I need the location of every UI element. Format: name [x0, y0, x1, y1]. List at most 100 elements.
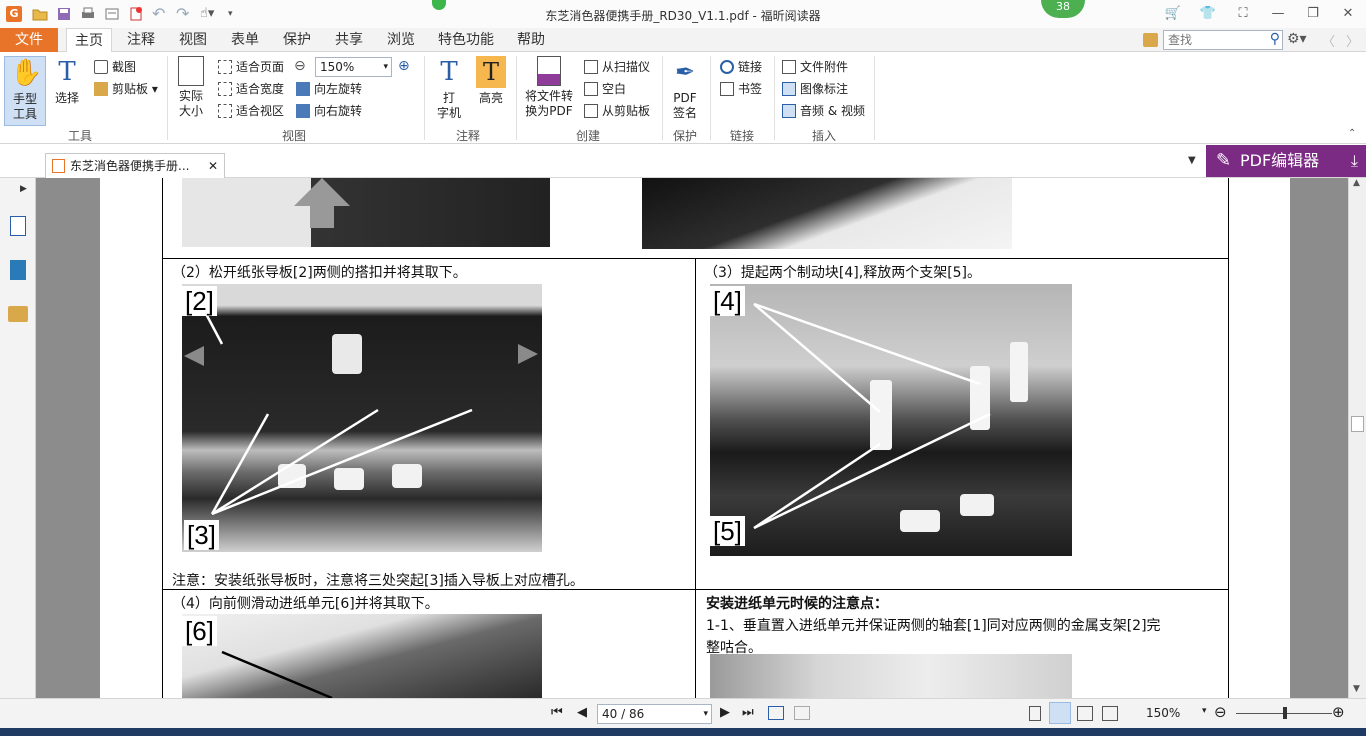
- separator: [874, 56, 875, 140]
- zoom-slider-thumb[interactable]: [1283, 707, 1287, 719]
- link-icon: [720, 60, 734, 74]
- tab-form[interactable]: 表单: [223, 28, 267, 52]
- search-icon[interactable]: ⚲: [1270, 31, 1280, 47]
- close-tab-icon[interactable]: ✕: [208, 154, 218, 178]
- expand-panel-icon[interactable]: ▶: [20, 184, 27, 194]
- install-photo: [710, 654, 1072, 698]
- search-input[interactable]: [1164, 31, 1262, 49]
- select-tool-button[interactable]: T 选择: [50, 56, 84, 106]
- comments-panel-icon[interactable]: [8, 306, 28, 322]
- next-view-icon[interactable]: [794, 706, 810, 720]
- next-page-icon[interactable]: ▶: [720, 705, 730, 720]
- highlight-button[interactable]: T 高亮: [474, 56, 508, 106]
- audio-video-button[interactable]: 音频 & 视频: [780, 101, 865, 121]
- vertical-scrollbar[interactable]: ▲ ▼: [1348, 178, 1366, 698]
- step-4-photo: [6]: [182, 614, 542, 698]
- scroll-down-arrow[interactable]: ▼: [1353, 684, 1360, 694]
- title-bar: G ↶ ↷ ☝▾ ▾ 东芝消色器便携手册_RD30_V1.1.pdf - 福昕阅…: [0, 0, 1366, 28]
- tab-home[interactable]: 主页: [66, 28, 112, 53]
- separator: [167, 56, 168, 140]
- rotate-left-label: 向左旋转: [314, 82, 363, 96]
- last-page-icon[interactable]: ⏭: [742, 705, 754, 720]
- clipboard-button[interactable]: 剪贴板 ▾: [92, 79, 158, 99]
- tab-browse[interactable]: 浏览: [379, 28, 423, 52]
- pages-icon[interactable]: [10, 216, 26, 236]
- facing-page-icon[interactable]: [1077, 706, 1093, 721]
- zoom-out-icon[interactable]: ⊖: [1214, 703, 1227, 721]
- restore-button[interactable]: ❐: [1302, 4, 1324, 24]
- callout-label: [6]: [182, 616, 217, 646]
- zoom-level[interactable]: 150%: [1146, 706, 1180, 720]
- find-options-icon[interactable]: [1143, 33, 1158, 47]
- zoom-select[interactable]: 150% ▾: [315, 57, 392, 77]
- image-annotation-button[interactable]: 图像标注: [780, 79, 848, 99]
- scroll-up-arrow[interactable]: ▲: [1353, 178, 1360, 188]
- highlight-icon: T: [476, 56, 506, 88]
- fit-page-button[interactable]: 适合页面: [216, 57, 284, 77]
- fit-visible-button[interactable]: 适合视区: [216, 101, 284, 121]
- single-page-icon[interactable]: [1029, 706, 1041, 721]
- bookmark-button[interactable]: 书签: [718, 79, 762, 99]
- settings-icon[interactable]: ⚙▾: [1287, 31, 1307, 47]
- tab-comment[interactable]: 注释: [119, 28, 163, 52]
- typewriter-button[interactable]: T 打 字机: [432, 56, 466, 121]
- document-viewer[interactable]: （2）松开纸张导板[2]两侧的搭扣并将其取下。 [2] [3] 注意：安装纸张导…: [36, 178, 1348, 698]
- from-clipboard-button[interactable]: 从剪贴板: [582, 101, 650, 121]
- pdf-sign-label: PDF 签名: [672, 91, 697, 120]
- page-number-field[interactable]: 40 / 86 ▾: [597, 704, 712, 724]
- minimize-button[interactable]: —: [1267, 4, 1289, 24]
- nav-back-icon[interactable]: 〈: [1322, 31, 1335, 50]
- fit-width-button[interactable]: 适合宽度: [216, 79, 284, 99]
- rotate-left-button[interactable]: 向左旋转: [294, 79, 362, 99]
- bookmarks-panel-icon[interactable]: [10, 260, 26, 280]
- scroll-thumb[interactable]: [1351, 416, 1364, 432]
- zoom-in-icon[interactable]: ⊕: [1332, 703, 1345, 721]
- tab-share[interactable]: 共享: [327, 28, 371, 52]
- zoom-in-icon[interactable]: ⊕: [398, 58, 410, 74]
- continuous-page-icon[interactable]: [1049, 702, 1071, 724]
- document-tab[interactable]: 东芝消色器便携手册... ✕: [45, 153, 225, 178]
- group-label-view: 视图: [281, 129, 306, 143]
- collapse-ribbon-icon[interactable]: ⌃: [1348, 128, 1356, 139]
- tab-file[interactable]: 文件: [0, 28, 58, 52]
- convert-to-pdf-button[interactable]: 将文件转 换为PDF: [522, 56, 576, 119]
- pdf-sign-button[interactable]: ✒ PDF 签名: [666, 56, 704, 121]
- clipboard-label: 剪贴板: [112, 82, 149, 96]
- first-page-icon[interactable]: ⏮: [551, 705, 563, 720]
- actual-size-button[interactable]: 实际 大小: [174, 56, 208, 119]
- zoom-dropdown-icon[interactable]: ▾: [1202, 706, 1207, 716]
- from-scanner-button[interactable]: 从扫描仪: [582, 57, 650, 77]
- previous-page-icon[interactable]: ◀: [577, 705, 587, 720]
- link-label: 链接: [738, 60, 763, 74]
- hand-tool-button[interactable]: ✋ 手型 工具: [4, 56, 46, 126]
- cart-icon[interactable]: 🛒: [1162, 4, 1184, 24]
- rotate-right-button[interactable]: 向右旋转: [294, 101, 362, 121]
- tab-help[interactable]: 帮助: [509, 28, 553, 52]
- rotate-right-icon: [296, 104, 310, 118]
- ribbon: ✋ 手型 工具 T 选择 截图 剪贴板 ▾ 工具 实际 大小 适合页面 适合宽度…: [0, 52, 1366, 144]
- search-field[interactable]: ⚲: [1163, 30, 1283, 50]
- install-notes-line-1: 1-1、垂直置入进纸单元并保证两侧的轴套[1]同对应两侧的金属支架[2]完: [706, 618, 1161, 634]
- screenshot-button[interactable]: 截图: [92, 57, 136, 77]
- skin-icon[interactable]: 👕: [1197, 4, 1219, 24]
- tab-view[interactable]: 视图: [171, 28, 215, 52]
- actual-size-label: 实际 大小: [178, 89, 203, 118]
- top-right-photo: [642, 178, 1012, 249]
- close-button[interactable]: ✕: [1337, 4, 1359, 24]
- chevron-down-icon: ▾: [703, 709, 708, 719]
- zoom-out-icon[interactable]: ⊖: [294, 58, 306, 74]
- download-icon: ⤓: [1350, 151, 1358, 170]
- tab-features[interactable]: 特色功能: [430, 28, 502, 52]
- link-button[interactable]: 链接: [718, 57, 762, 77]
- tab-protect[interactable]: 保护: [275, 28, 319, 52]
- pdf-editor-button[interactable]: ✎ PDF编辑器 ⤓: [1206, 145, 1366, 177]
- continuous-facing-icon[interactable]: [1102, 706, 1118, 721]
- nav-forward-icon[interactable]: 〉: [1346, 31, 1359, 50]
- fullscreen-icon[interactable]: ⛶: [1232, 4, 1254, 24]
- file-attachment-button[interactable]: 文件附件: [780, 57, 848, 77]
- blank-page-button[interactable]: 空白: [582, 79, 626, 99]
- tab-list-dropdown-icon[interactable]: ▼: [1188, 155, 1196, 166]
- clipboard-icon: [584, 104, 598, 118]
- previous-view-icon[interactable]: [768, 706, 784, 720]
- bookmark-label: 书签: [738, 82, 763, 96]
